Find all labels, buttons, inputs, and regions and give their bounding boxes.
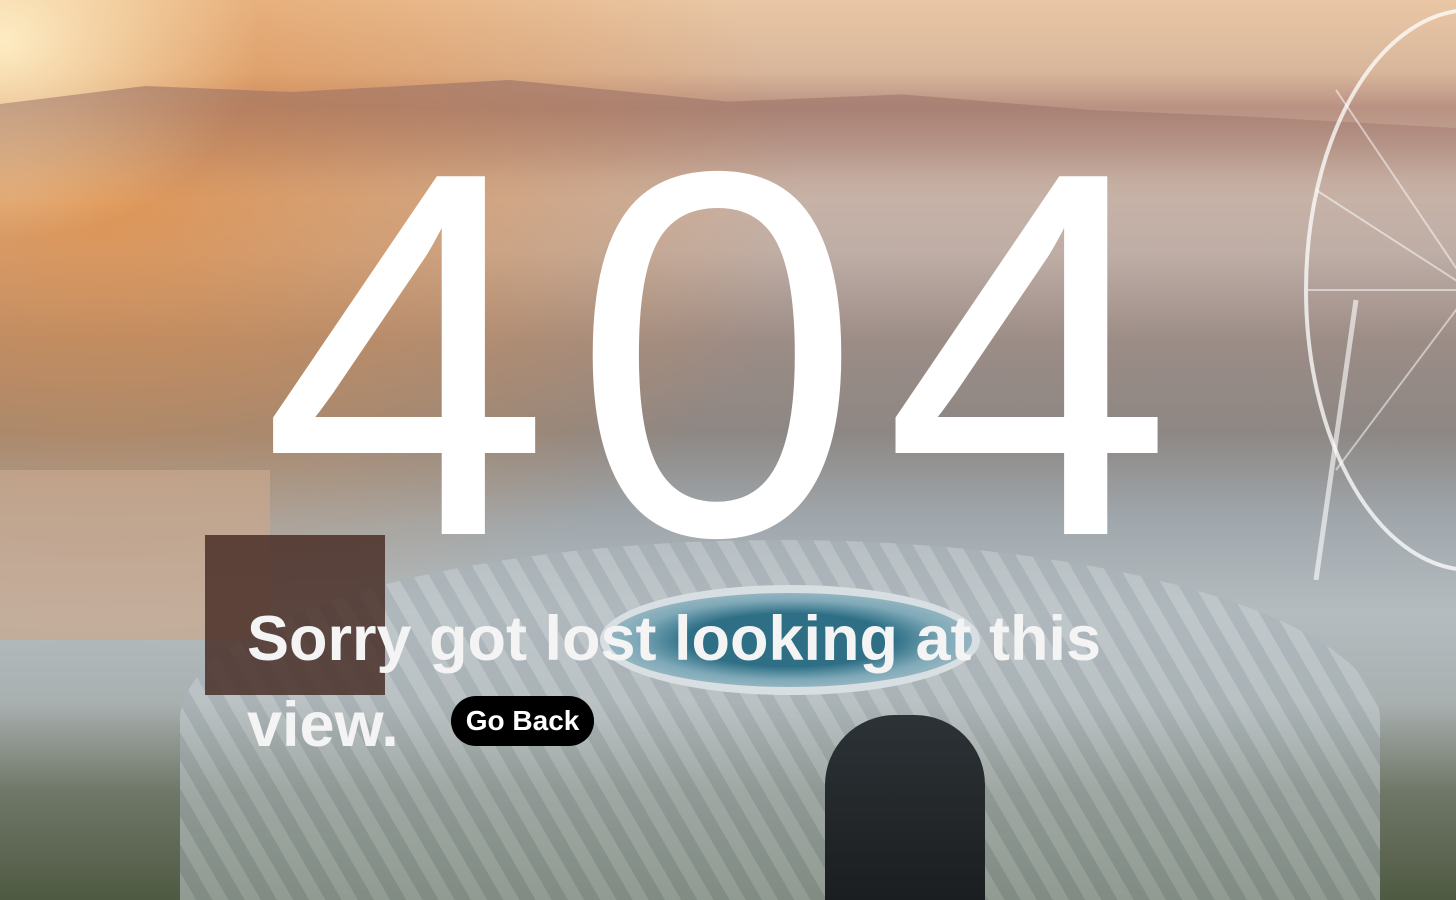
go-back-button[interactable]: Go Back — [450, 696, 595, 747]
error-code: 404 — [261, 64, 1195, 645]
error-message-block: Sorry got lost looking at this view. Go B… — [247, 596, 1227, 768]
error-content: 404 Sorry got lost looking at this view.… — [0, 0, 1456, 900]
error-message: Sorry got lost looking at this view. — [247, 604, 1102, 760]
